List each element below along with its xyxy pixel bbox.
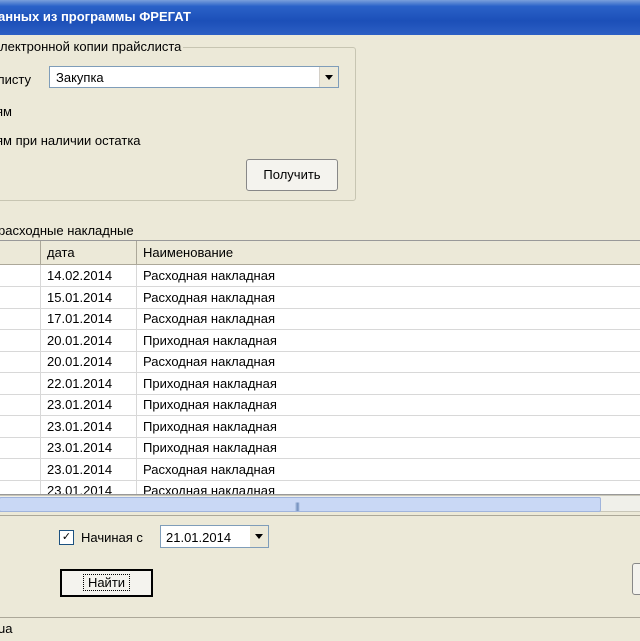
- number-cell: [0, 480, 41, 494]
- date-cell: 23.01.2014: [41, 394, 137, 415]
- window-title: анных из программы ФРЕГАТ: [0, 9, 191, 24]
- name-cell: Расходная накладная: [137, 308, 640, 329]
- table-row[interactable]: 17.01.2014 Расходная накладная: [0, 308, 640, 330]
- date-cell: 15.01.2014: [41, 286, 137, 308]
- chevron-down-icon: [325, 75, 333, 80]
- number-cell: [0, 415, 41, 437]
- number-cell: [0, 286, 41, 308]
- sheet-select-value: Закупка: [56, 70, 104, 85]
- date-cell: 23.01.2014: [41, 437, 137, 458]
- table-row[interactable]: 20.01.2014 Расходная накладная: [0, 351, 640, 373]
- date-cell: 23.01.2014: [41, 458, 137, 480]
- find-button-label: Найти: [82, 574, 131, 591]
- table-header: дата Наименование: [0, 241, 640, 265]
- name-cell: Расходная накладная: [137, 287, 640, 308]
- date-cell: 23.01.2014: [41, 480, 137, 494]
- start-date-checkbox[interactable]: ✓: [59, 530, 74, 545]
- name-cell: Приходная накладная: [137, 373, 640, 394]
- scrollbar-thumb[interactable]: |||: [0, 497, 601, 512]
- number-cell: [0, 329, 41, 351]
- table-row[interactable]: 23.01.2014 Расходная накладная: [0, 480, 640, 494]
- invoices-table[interactable]: дата Наименование 14.02.2014 Расходная на…: [0, 240, 640, 495]
- name-cell: Приходная накладная: [137, 416, 640, 437]
- number-cell: [0, 437, 41, 458]
- status-text: ua: [0, 621, 13, 636]
- date-cell: 17.01.2014: [41, 308, 137, 329]
- date-cell: 20.01.2014: [41, 351, 137, 372]
- table-row[interactable]: 23.01.2014 Приходная накладная: [0, 437, 640, 459]
- chevron-down-icon: [255, 534, 263, 539]
- option-all-items[interactable]: ям: [0, 104, 12, 119]
- title-bar: анных из программы ФРЕГАТ: [0, 0, 640, 35]
- name-cell: Расходная накладная: [137, 480, 640, 494]
- number-cell: [0, 394, 41, 415]
- date-cell: 20.01.2014: [41, 329, 137, 351]
- start-date-value: 21.01.2014: [166, 530, 232, 545]
- number-cell: [0, 372, 41, 394]
- table-row[interactable]: 15.01.2014 Расходная накладная: [0, 286, 640, 309]
- horizontal-scrollbar[interactable]: |||: [0, 495, 640, 512]
- sheet-label: листу: [0, 72, 31, 87]
- name-cell: Приходная накладная: [137, 437, 640, 458]
- option-in-stock-items[interactable]: ям при наличии остатка: [0, 133, 141, 148]
- number-cell: [0, 265, 41, 286]
- date-cell: 22.01.2014: [41, 372, 137, 394]
- table-row[interactable]: 23.01.2014 Приходная накладная: [0, 415, 640, 438]
- start-date-picker[interactable]: 21.01.2014: [160, 525, 269, 548]
- find-button[interactable]: Найти: [60, 569, 153, 597]
- check-icon: ✓: [61, 531, 72, 543]
- number-cell: [0, 308, 41, 329]
- date-cell: 23.01.2014: [41, 415, 137, 437]
- sheet-select[interactable]: Закупка: [49, 66, 339, 88]
- sheet-select-dropdown-button[interactable]: [319, 67, 338, 87]
- grip-icon: |||: [295, 501, 300, 511]
- column-header-date[interactable]: дата: [41, 241, 137, 264]
- name-cell: Расходная накладная: [137, 265, 640, 286]
- date-cell: 14.02.2014: [41, 265, 137, 286]
- name-cell: Расходная накладная: [137, 351, 640, 372]
- number-cell: [0, 458, 41, 480]
- table-row[interactable]: 14.02.2014 Расходная накладная: [0, 265, 640, 287]
- pricelist-group-legend: лектронной копии прайслиста: [0, 39, 184, 54]
- start-date-label: Начиная с: [81, 530, 143, 545]
- table-row[interactable]: 22.01.2014 Приходная накладная: [0, 372, 640, 395]
- name-cell: Расходная накладная: [137, 459, 640, 480]
- table-row[interactable]: 20.01.2014 Приходная накладная: [0, 329, 640, 352]
- number-cell: [0, 351, 41, 372]
- edge-button[interactable]: [632, 563, 640, 595]
- name-cell: Приходная накладная: [137, 394, 640, 415]
- table-row[interactable]: 23.01.2014 Расходная накладная: [0, 458, 640, 481]
- column-header-name[interactable]: Наименование: [137, 241, 640, 264]
- get-button[interactable]: Получить: [246, 159, 338, 191]
- status-bar: ua: [0, 617, 640, 641]
- name-cell: Приходная накладная: [137, 330, 640, 351]
- date-dropdown-button[interactable]: [250, 526, 268, 547]
- column-header-number[interactable]: [0, 241, 41, 264]
- invoices-legend: расходные накладные: [0, 223, 134, 238]
- table-row[interactable]: 23.01.2014 Приходная накладная: [0, 394, 640, 416]
